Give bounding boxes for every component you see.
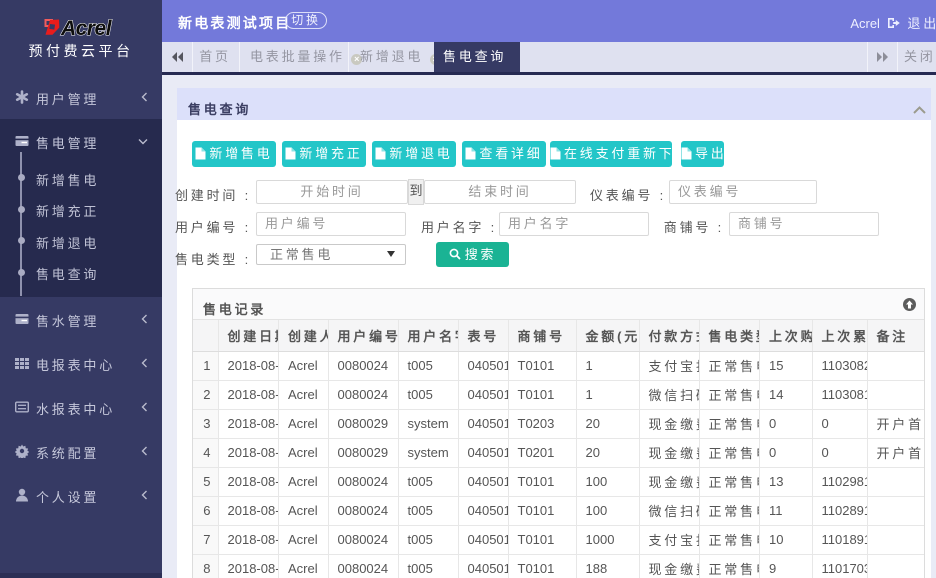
svg-text:Acrel: Acrel bbox=[60, 17, 113, 37]
